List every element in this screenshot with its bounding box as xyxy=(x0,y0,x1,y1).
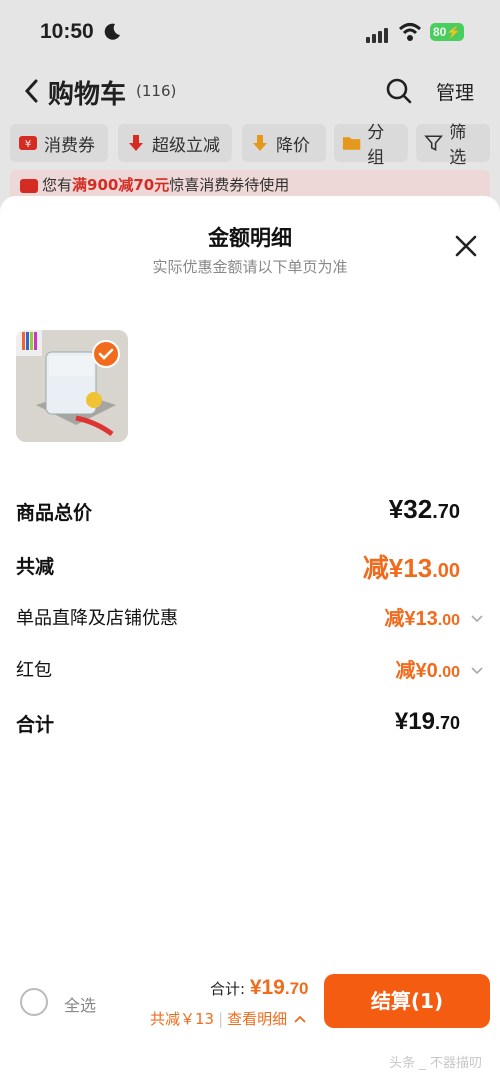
row-grand-total: 合计 ¥19.70 xyxy=(16,708,484,744)
select-all-label[interactable]: 全选 xyxy=(64,992,96,1016)
checkout-button[interactable]: 结算(1) xyxy=(324,974,490,1028)
chevron-down-icon[interactable] xyxy=(470,612,484,626)
select-all-radio[interactable] xyxy=(20,988,48,1016)
row-value: ¥32.70 xyxy=(388,494,460,524)
row-value: ¥19.70 xyxy=(394,708,460,735)
row-value: 减¥0.00 xyxy=(395,660,461,682)
amount-detail-sheet: 金额明细 实际优惠金额请以下单页为准 商品总价 ¥32.70 共减 减¥13.0… xyxy=(0,196,500,1082)
separator: | xyxy=(218,1010,224,1028)
total-line: 合计: ¥19.70 xyxy=(210,976,309,1000)
sheet-title: 金额明细 xyxy=(208,226,292,250)
row-label: 商品总价 xyxy=(16,502,93,524)
row-total-discount: 共减 减¥13.00 xyxy=(16,552,484,586)
view-detail-label: 查看明细 xyxy=(227,1010,288,1028)
discount-amount: 共减￥13 xyxy=(150,1010,215,1028)
row-label: 合计 xyxy=(16,714,55,736)
row-red-packet[interactable]: 红包 减¥0.00 xyxy=(16,656,484,690)
row-goods-total: 商品总价 ¥32.70 xyxy=(16,494,484,532)
chevron-down-icon[interactable] xyxy=(470,664,484,678)
sheet-subtitle: 实际优惠金额请以下单页为准 xyxy=(152,258,348,276)
total-main: ¥19 xyxy=(249,976,285,999)
row-item-shop-discount[interactable]: 单品直降及店铺优惠 减¥13.00 xyxy=(16,604,484,638)
row-label: 共减 xyxy=(16,556,55,578)
discount-detail-link[interactable]: 共减￥13 | 查看明细 xyxy=(150,1008,306,1029)
row-value: 减¥13.00 xyxy=(384,608,460,630)
close-icon[interactable] xyxy=(454,234,478,258)
row-label: 单品直降及店铺优惠 xyxy=(16,608,178,629)
row-value: 减¥13.00 xyxy=(362,553,460,583)
chevron-up-icon xyxy=(294,1015,306,1023)
total-dec: .70 xyxy=(284,979,309,998)
row-label: 红包 xyxy=(16,660,52,681)
watermark: 头条 _ 不器描叨 xyxy=(389,1056,482,1071)
total-prefix: 合计: xyxy=(210,980,250,998)
checkout-bar: 全选 合计: ¥19.70 共减￥13 | 查看明细 结算(1) xyxy=(0,966,500,1036)
selected-check-icon[interactable] xyxy=(92,340,120,368)
